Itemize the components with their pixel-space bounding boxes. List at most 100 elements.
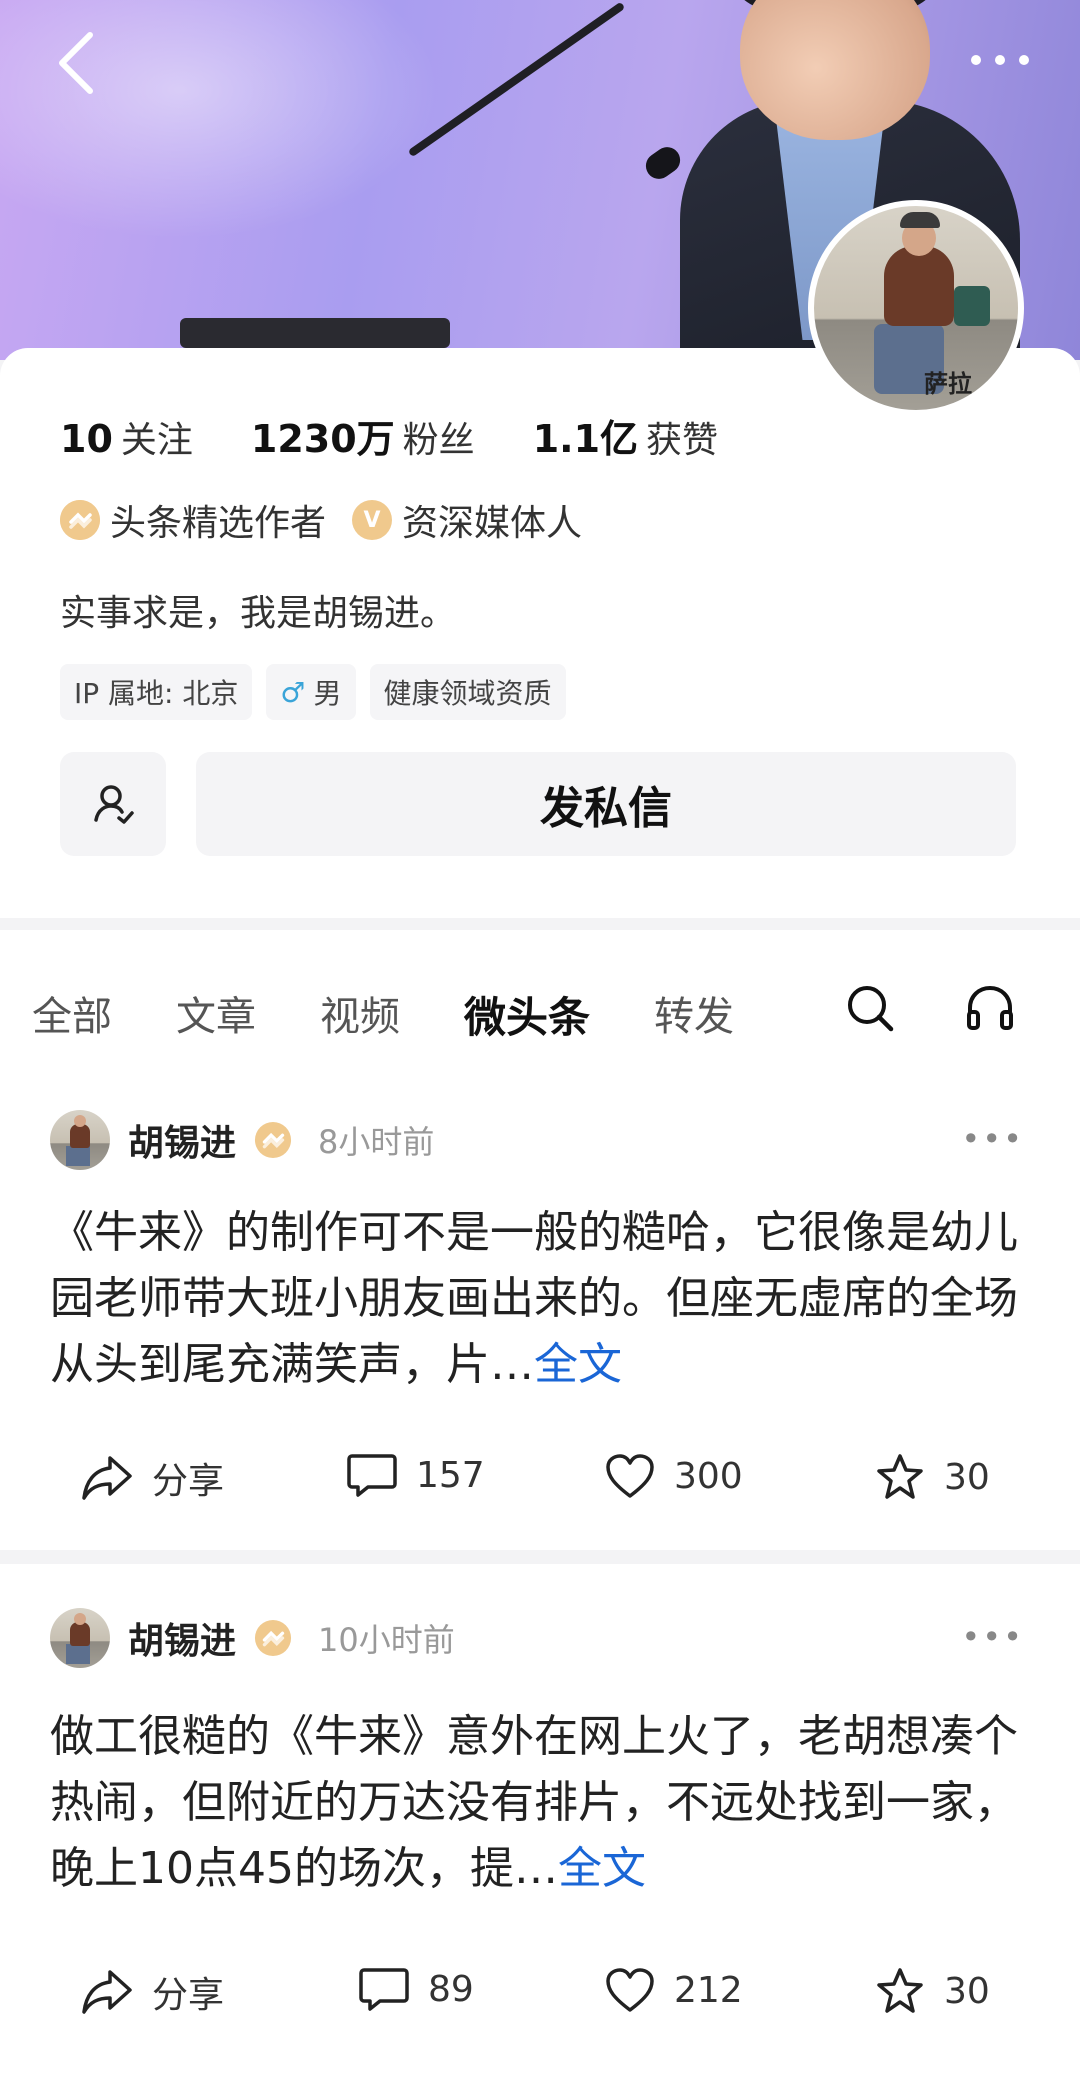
post-author[interactable]: 胡锡进	[128, 1612, 236, 1664]
post-body: 做工很糙的《牛来》意外在网上火了，老胡想凑个热闹，但附近的万达没有排片，不远处找…	[50, 1711, 1018, 1894]
avatar-figure-legs	[66, 1644, 90, 1664]
tag-ip-location: IP 属地: 北京	[60, 664, 253, 720]
microphone-stand	[407, 1, 626, 158]
post-header: 胡锡进 8小时前	[50, 1110, 434, 1170]
badge-label: 头条精选作者	[110, 503, 327, 544]
follow-user-button[interactable]	[60, 752, 166, 856]
profile-avatar[interactable]: 萨拉	[808, 200, 1024, 416]
like-button[interactable]: 212	[604, 1966, 743, 2014]
comment-count: 157	[416, 1454, 485, 1496]
comment-icon	[347, 1454, 397, 1497]
avatar-bag	[954, 286, 990, 326]
tab-reposts[interactable]: 转发	[654, 984, 734, 1045]
tab-micro-posts[interactable]: 微头条	[464, 984, 590, 1045]
stat-label: 获赞	[646, 420, 719, 461]
profile-card: 10 关注 1230万 粉丝 1.1亿 获赞 头条精选作者 V 资深媒体人 实事…	[0, 348, 1080, 918]
tag-label: 健康领域资质	[383, 677, 552, 710]
stat-label: 粉丝	[402, 420, 475, 461]
comment-count: 89	[428, 1968, 474, 2010]
share-label: 分享	[152, 1461, 225, 1502]
stat-followers[interactable]: 1230万 粉丝	[251, 408, 475, 463]
content-tabs: 全部 文章 视频 微头条 转发	[32, 984, 798, 1045]
full-text-link[interactable]: 全文	[558, 1843, 646, 1894]
avatar-figure-body	[884, 246, 954, 326]
verified-v-icon: V	[352, 500, 393, 540]
more-horizontal-icon	[971, 55, 1029, 65]
favorite-count: 30	[944, 1970, 990, 2012]
user-icon	[94, 785, 134, 824]
tab-articles[interactable]: 文章	[176, 984, 256, 1045]
verified-badge-icon	[254, 1121, 292, 1159]
tab-videos[interactable]: 视频	[320, 984, 400, 1045]
heart-icon	[606, 1968, 654, 2012]
share-label: 分享	[152, 1975, 225, 2016]
badge-featured-author[interactable]: 头条精选作者	[60, 494, 326, 546]
badge-senior-media[interactable]: V 资深媒体人	[352, 494, 582, 546]
profile-tags: IP 属地: 北京 ♂ 男 健康领域资质	[60, 664, 566, 720]
avatar-figure-head	[74, 1115, 86, 1127]
avatar-figure-cap	[900, 212, 940, 228]
tab-all[interactable]: 全部	[32, 984, 112, 1045]
search-button[interactable]	[840, 978, 900, 1038]
post-author[interactable]: 胡锡进	[128, 1114, 236, 1166]
post-card[interactable]: 胡锡进 8小时前 ••• 《牛来》的制作可不是一般的糙哈，它很像是幼儿园老师带大…	[0, 1090, 1080, 1550]
like-count: 212	[674, 1969, 743, 2011]
post-time: 8小时前	[318, 1123, 435, 1161]
profile-badges: 头条精选作者 V 资深媒体人	[60, 494, 582, 546]
like-button[interactable]: 300	[604, 1452, 743, 1500]
post-avatar[interactable]	[50, 1608, 110, 1668]
avatar-signature: 萨拉	[924, 369, 972, 398]
profile-bio: 实事求是，我是胡锡进。	[60, 593, 457, 634]
comment-button[interactable]: 89	[358, 1966, 474, 2012]
post-actions: 分享 157 300 30	[0, 1452, 1080, 1512]
avatar-figure-body	[70, 1622, 90, 1646]
tag-label: IP 属地: 北京	[74, 677, 239, 710]
microphone-icon	[640, 142, 686, 184]
share-icon	[82, 1456, 132, 1500]
stat-number: 1.1亿	[532, 417, 639, 461]
male-icon: ♂	[280, 675, 306, 709]
post-actions: 分享 89 212 30	[0, 1966, 1080, 2026]
full-text-link[interactable]: 全文	[534, 1339, 622, 1390]
post-time: 10小时前	[318, 1621, 455, 1659]
post-more-icon[interactable]: •••	[961, 1618, 1024, 1656]
tag-gender: ♂ 男	[266, 664, 356, 720]
podium	[180, 318, 450, 348]
stat-number: 10	[60, 417, 113, 461]
tag-qualification[interactable]: 健康领域资质	[369, 664, 566, 720]
like-count: 300	[674, 1455, 743, 1497]
heart-icon	[606, 1454, 654, 1498]
post-text[interactable]: 《牛来》的制作可不是一般的糙哈，它很像是幼儿园老师带大班小朋友画出来的。但座无虚…	[50, 1200, 1040, 1398]
badge-label: 资深媒体人	[402, 503, 583, 544]
favorite-button[interactable]: 30	[874, 1966, 990, 2016]
stat-label: 关注	[120, 420, 193, 461]
post-more-icon[interactable]: •••	[961, 1120, 1024, 1158]
more-button[interactable]	[960, 40, 1040, 80]
post-avatar[interactable]	[50, 1110, 110, 1170]
featured-author-icon	[60, 500, 100, 540]
share-icon	[82, 1970, 132, 2014]
send-message-button[interactable]: 发私信	[196, 752, 1016, 856]
stat-following[interactable]: 10 关注	[60, 411, 193, 463]
favorite-count: 30	[944, 1456, 990, 1498]
back-button[interactable]	[56, 28, 116, 98]
post-header: 胡锡进 10小时前	[50, 1608, 455, 1668]
comment-button[interactable]: 157	[346, 1452, 485, 1498]
post-card[interactable]: 胡锡进 10小时前 ••• 做工很糙的《牛来》意外在网上火了，老胡想凑个热闹，但…	[0, 1564, 1080, 2085]
post-text[interactable]: 做工很糙的《牛来》意外在网上火了，老胡想凑个热闹，但附近的万达没有排片，不远处找…	[50, 1704, 1040, 1902]
avatar-figure-head	[74, 1613, 86, 1625]
profile-stats: 10 关注 1230万 粉丝 1.1亿 获赞	[60, 408, 718, 463]
search-icon	[848, 986, 894, 1032]
favorite-button[interactable]: 30	[874, 1452, 990, 1502]
avatar-figure-legs	[66, 1146, 90, 1166]
headphones-icon	[967, 985, 1013, 1030]
stat-likes[interactable]: 1.1亿 获赞	[533, 408, 718, 463]
share-button[interactable]: 分享	[80, 1452, 224, 1504]
tag-label: 男	[313, 677, 342, 710]
verified-badge-icon	[254, 1619, 292, 1657]
stat-number: 1230万	[250, 417, 395, 461]
listen-button[interactable]	[960, 978, 1020, 1038]
share-button[interactable]: 分享	[80, 1966, 224, 2018]
star-icon	[877, 1968, 923, 2013]
profile-actions: 发私信	[60, 752, 1016, 856]
